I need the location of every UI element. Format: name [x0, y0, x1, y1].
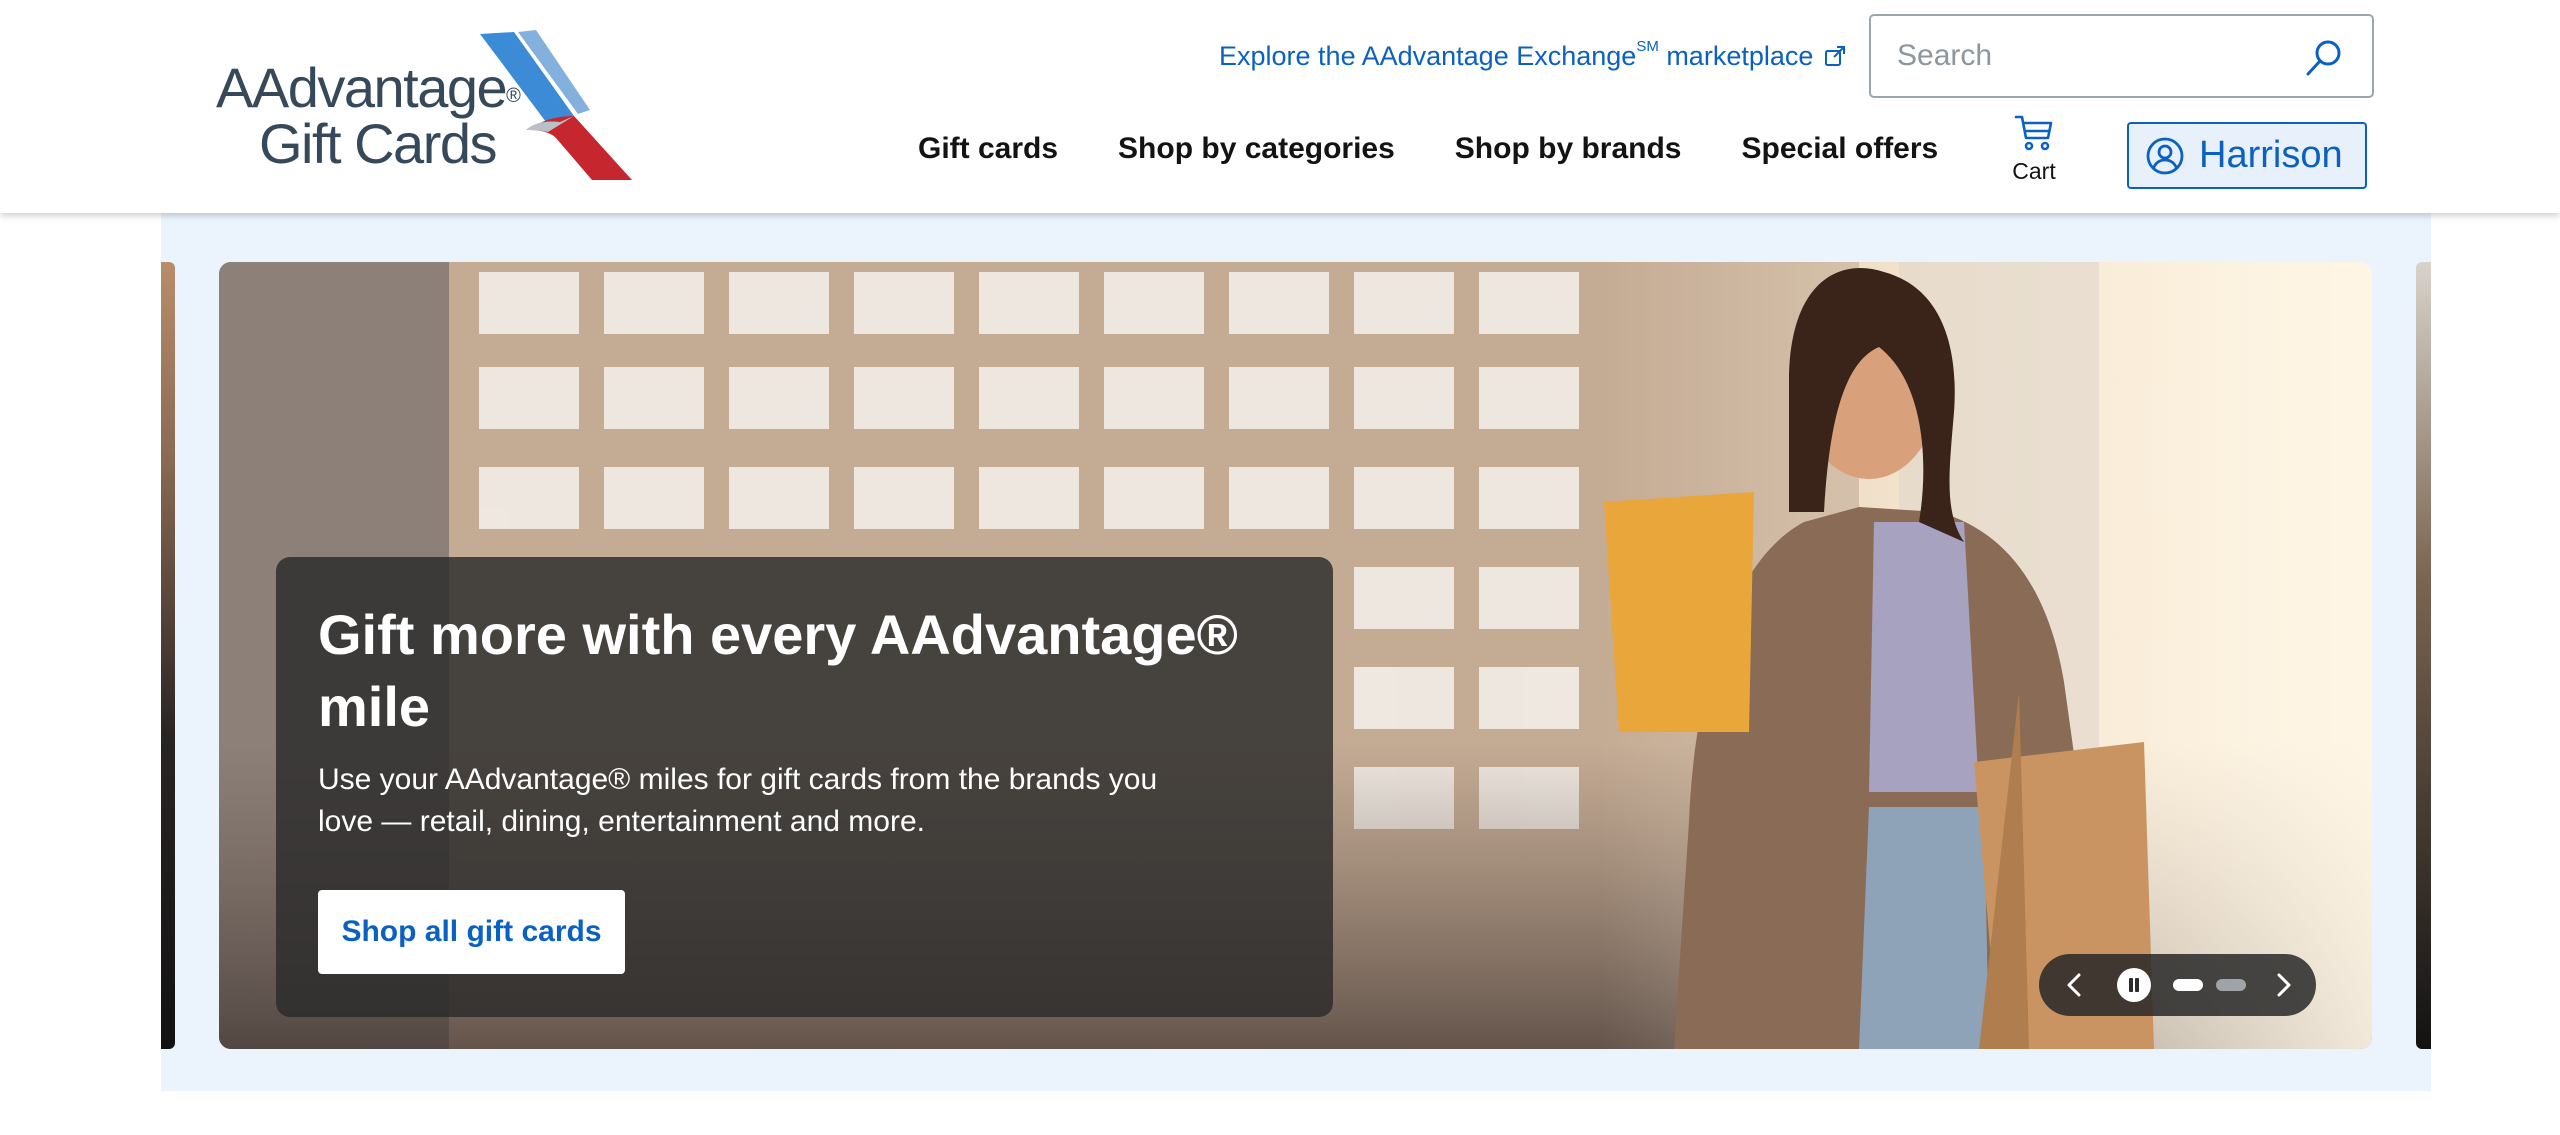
hero-heading: Gift more with every AAdvantage® mile — [318, 603, 1238, 738]
nav-shop-by-brands[interactable]: Shop by brands — [1455, 132, 1682, 166]
carousel-dot-1[interactable] — [2173, 979, 2203, 991]
chevron-right-icon[interactable] — [2267, 969, 2299, 1001]
chevron-left-icon[interactable] — [2059, 969, 2091, 1001]
nav-shop-by-categories[interactable]: Shop by categories — [1118, 132, 1395, 166]
account-button[interactable]: Harrison — [2127, 122, 2367, 189]
external-link-icon — [1825, 46, 1846, 66]
explore-link-text: Explore the AAdvantage ExchangeSM market… — [1219, 37, 1814, 71]
cart-label: Cart — [2012, 158, 2056, 184]
cart-button[interactable]: Cart — [2006, 114, 2062, 194]
carousel-controls — [2039, 954, 2316, 1016]
nav-special-offers[interactable]: Special offers — [1741, 132, 1938, 166]
logo-line-1: AAdvantage — [216, 56, 508, 119]
hero-promo-card: Gift more with every AAdvantage® mile Us… — [276, 557, 1333, 1017]
pause-icon[interactable] — [2117, 968, 2151, 1002]
explore-exchange-link[interactable]: Explore the AAdvantage ExchangeSM market… — [1219, 36, 1847, 76]
search-icon[interactable] — [2304, 38, 2344, 78]
hero-description: Use your AAdvantage® miles for gift card… — [318, 763, 1158, 838]
next-slide-peek — [2416, 262, 2431, 1049]
logo-wordmark: AAdvantage® Gift Cards — [216, 60, 521, 175]
user-circle-icon — [2146, 137, 2184, 174]
flight-symbol-icon — [480, 30, 632, 180]
shop-all-gift-cards-button[interactable]: Shop all gift cards — [318, 890, 625, 974]
search-input[interactable] — [1897, 34, 2287, 78]
aadvantage-gift-cards-logo[interactable]: AAdvantage® Gift Cards — [216, 30, 636, 182]
previous-slide-peek — [161, 262, 175, 1049]
logo-line-2: Gift Cards — [258, 112, 498, 175]
nav-gift-cards[interactable]: Gift cards — [918, 132, 1058, 166]
account-name: Harrison — [2199, 134, 2343, 176]
cart-icon — [2014, 115, 2053, 151]
search-box — [1869, 14, 2374, 98]
carousel-dot-2[interactable] — [2216, 979, 2246, 991]
site-header: AAdvantage® Gift Cards Explore the AAdva… — [0, 0, 2560, 213]
main-nav: Gift cards Shop by categories Shop by br… — [918, 132, 1938, 166]
